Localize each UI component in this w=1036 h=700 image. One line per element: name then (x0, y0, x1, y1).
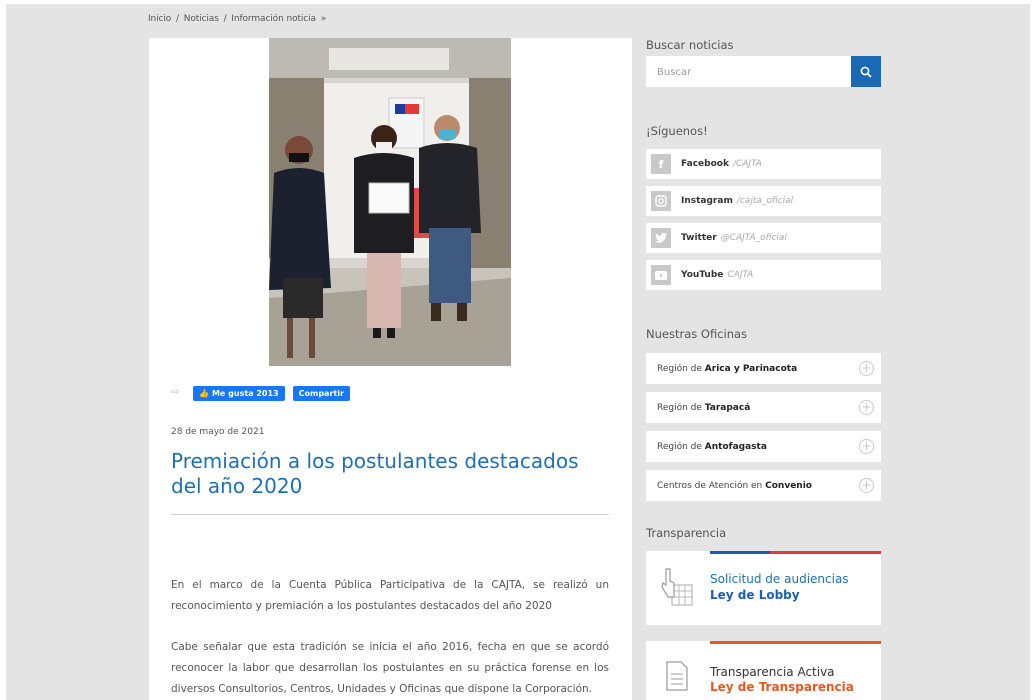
article-paragraph: En el marco de la Cuenta Pública Partici… (171, 579, 609, 612)
twitter-icon (651, 228, 671, 248)
article-paragraph: Cabe señalar que esta tradición se inici… (171, 641, 609, 695)
card-title: Transparencia Activa (710, 665, 835, 679)
card-accent-bar (710, 641, 881, 644)
breadcrumb-separator: / (175, 14, 179, 24)
facebook-like-button[interactable]: 👍 Me gusta 2013 (193, 385, 285, 401)
expand-plus-icon[interactable]: + (859, 361, 874, 376)
thumbs-up-icon: 👍 (199, 388, 209, 398)
office-name: Antofagasta (704, 442, 767, 452)
document-icon (666, 661, 688, 691)
social-handle: /CAJTA (732, 159, 762, 169)
office-name: Tarapacá (704, 403, 751, 413)
article-panel: ⇨ 👍 Me gusta 2013 Compartir 28 de mayo d… (149, 38, 632, 700)
social-handle: CAJTA (727, 270, 754, 280)
social-link-instagram[interactable]: Instagram /cajta_oficial (646, 186, 881, 216)
office-name: Arica y Parinacota (704, 364, 798, 374)
office-item-antofagasta[interactable]: Región de Antofagasta + (646, 431, 881, 462)
social-share-row: ⇨ 👍 Me gusta 2013 Compartir (171, 385, 350, 401)
title-divider (171, 514, 609, 515)
social-link-facebook[interactable]: f Facebook /CAJTA (646, 149, 881, 179)
follow-heading: ¡Síguenos! (646, 124, 708, 138)
social-link-twitter[interactable]: Twitter @CAJTA_oficial (646, 223, 881, 253)
facebook-share-button[interactable]: Compartir (292, 385, 350, 401)
transparency-heading: Transparencia (646, 526, 727, 540)
office-item-arica[interactable]: Región de Arica y Parinacota + (646, 353, 881, 384)
card-title: Solicitud de audiencias (710, 572, 849, 586)
search-input[interactable]: Buscar (646, 56, 851, 87)
office-name: Convenio (765, 481, 812, 491)
social-name: Facebook (681, 159, 729, 169)
facebook-icon: f (651, 154, 671, 174)
expand-plus-icon[interactable]: + (859, 439, 874, 454)
lobby-law-card[interactable]: Solicitud de audiencias Ley de Lobby (646, 551, 881, 625)
card-accent-bar (710, 551, 881, 554)
offices-heading: Nuestras Oficinas (646, 327, 748, 341)
search-heading: Buscar noticias (646, 38, 734, 52)
search-icon (860, 66, 872, 78)
breadcrumb: Inicio / Noticias / Información noticia … (148, 14, 328, 24)
breadcrumb-arrow: » (320, 14, 327, 24)
expand-plus-icon[interactable]: + (859, 400, 874, 415)
breadcrumb-news-link[interactable]: Noticias (184, 14, 219, 24)
expand-plus-icon[interactable]: + (859, 478, 874, 493)
instagram-icon (651, 191, 671, 211)
social-handle: /cajta_oficial (736, 196, 794, 206)
office-item-convenio[interactable]: Centros de Atención en Convenio + (646, 470, 881, 501)
office-prefix: Región de (657, 364, 702, 374)
breadcrumb-home-link[interactable]: Inicio (148, 14, 171, 24)
breadcrumb-separator: / (223, 14, 227, 24)
like-label: Me gusta 2013 (211, 388, 279, 398)
social-name: Instagram (681, 196, 733, 206)
article-title: Premiación a los postulantes destacados … (171, 449, 579, 498)
breadcrumb-current: Información noticia (231, 14, 316, 24)
youtube-icon (651, 265, 671, 285)
office-prefix: Región de (657, 403, 702, 413)
office-item-tarapaca[interactable]: Región de Tarapacá + (646, 392, 881, 423)
social-handle: @CAJTA_oficial (720, 233, 787, 243)
social-name: Twitter (681, 233, 717, 243)
active-transparency-card[interactable]: Transparencia Activa Ley de Transparenci… (646, 641, 881, 700)
article-date: 28 de mayo de 2021 (171, 427, 265, 437)
search-button[interactable] (851, 56, 881, 87)
share-icon[interactable]: ⇨ (171, 388, 183, 398)
card-subtitle: Ley de Lobby (710, 588, 800, 602)
social-name: YouTube (681, 270, 724, 280)
social-link-youtube[interactable]: YouTube CAJTA (646, 260, 881, 290)
hand-pointer-icon (661, 568, 693, 606)
office-prefix: Centros de Atención en (657, 481, 763, 491)
article-photo (269, 38, 511, 366)
card-subtitle: Ley de Transparencia (710, 680, 854, 694)
office-prefix: Región de (657, 442, 702, 452)
